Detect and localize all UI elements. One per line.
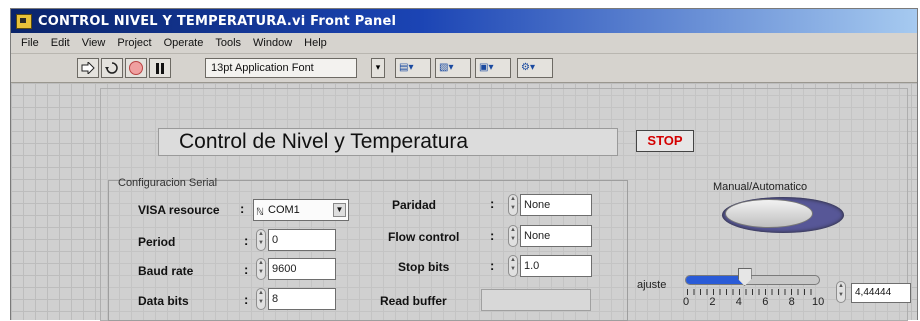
slider-tick-label: 6 — [762, 296, 769, 308]
menu-view[interactable]: View — [82, 37, 106, 49]
distribute-objects-icon[interactable]: ▧▾ — [435, 58, 471, 78]
run-continuously-icon[interactable] — [101, 58, 123, 78]
flow-control-label: Flow control — [388, 230, 460, 244]
reorder-icon[interactable]: ⚙▾ — [517, 58, 553, 78]
font-dropdown-arrow[interactable]: ▾ — [371, 58, 385, 78]
data-bits-spinner[interactable]: ▲ ▼ — [256, 288, 266, 310]
title-bar[interactable]: CONTROL NIVEL Y TEMPERATURA.vi Front Pan… — [11, 9, 917, 33]
period-spinner[interactable]: ▲ ▼ — [256, 229, 266, 251]
visa-resource-field[interactable]: ℕ COM1 ▼ — [253, 199, 349, 221]
serial-config-title: Configuracion Serial — [118, 177, 218, 189]
ajuste-spinner[interactable]: ▲ ▼ — [836, 281, 846, 303]
stop-bits-field[interactable]: 1.0 — [520, 255, 592, 277]
slider-tick-label: 0 — [683, 296, 690, 308]
colon: : — [490, 228, 495, 243]
menu-bar: File Edit View Project Operate Tools Win… — [11, 33, 917, 54]
stop-bits-label: Stop bits — [398, 260, 450, 274]
flow-control-field[interactable]: None — [520, 225, 592, 247]
ajuste-label: ajuste — [637, 279, 667, 291]
colon: : — [490, 196, 495, 211]
labview-vi-icon — [16, 13, 32, 29]
menu-window[interactable]: Window — [253, 37, 292, 49]
colon: : — [244, 262, 249, 277]
ajuste-slider-fill — [686, 276, 745, 284]
flow-control-spinner[interactable]: ▲ ▼ — [508, 225, 518, 247]
run-arrow-icon[interactable] — [77, 58, 99, 78]
baud-rate-spinner[interactable]: ▲ ▼ — [256, 258, 266, 280]
slider-tick-label: 4 — [735, 296, 742, 308]
stop-bits-spinner[interactable]: ▲ ▼ — [508, 255, 518, 277]
font-selector[interactable]: 13pt Application Font — [205, 58, 357, 78]
menu-tools[interactable]: Tools — [215, 37, 241, 49]
baud-rate-label: Baud rate — [138, 264, 194, 278]
colon: : — [240, 201, 245, 216]
read-buffer-indicator — [481, 289, 591, 311]
slider-tick-label: 10 — [812, 296, 825, 308]
data-bits-label: Data bits — [138, 294, 189, 308]
menu-file[interactable]: File — [21, 37, 39, 49]
window-title: CONTROL NIVEL Y TEMPERATURA.vi Front Pan… — [38, 13, 397, 29]
slider-scale-ticks — [687, 289, 817, 295]
colon: : — [244, 233, 249, 248]
pause-icon[interactable] — [149, 58, 171, 78]
read-buffer-label: Read buffer — [380, 294, 447, 308]
menu-operate[interactable]: Operate — [164, 37, 204, 49]
manual-automatic-toggle[interactable] — [725, 199, 813, 228]
menu-edit[interactable]: Edit — [51, 37, 70, 49]
stop-button[interactable]: STOP — [636, 130, 694, 152]
menu-help[interactable]: Help — [304, 37, 327, 49]
menu-project[interactable]: Project — [117, 37, 151, 49]
parity-label: Paridad — [392, 198, 437, 212]
resize-objects-icon[interactable]: ▣▾ — [475, 58, 511, 78]
period-field[interactable]: 0 — [268, 229, 336, 251]
baud-rate-field[interactable]: 9600 — [268, 258, 336, 280]
colon: : — [244, 292, 249, 307]
slider-tick-label: 8 — [788, 296, 795, 308]
colon: : — [490, 258, 495, 273]
period-label: Period — [138, 235, 176, 249]
align-objects-icon[interactable]: ▤▾ — [395, 58, 431, 78]
manual-automatic-label: Manual/Automatico — [713, 181, 808, 193]
toolbar: 13pt Application Font ▾ ▤▾ ▧▾ ▣▾ ⚙▾ — [11, 54, 917, 83]
parity-field[interactable]: None — [520, 194, 592, 216]
abort-icon[interactable] — [125, 58, 147, 78]
visa-icon: ℕ — [256, 207, 265, 218]
parity-spinner[interactable]: ▲ ▼ — [508, 194, 518, 216]
visa-resource-label: VISA resource — [138, 203, 220, 217]
ajuste-numeric-field[interactable]: 4,44444 — [851, 283, 911, 303]
slider-tick-label: 2 — [709, 296, 716, 308]
dropdown-arrow-icon[interactable]: ▼ — [333, 203, 346, 217]
data-bits-field[interactable]: 8 — [268, 288, 336, 310]
panel-title: Control de Nivel y Temperatura — [158, 128, 618, 156]
visa-resource-value: COM1 — [268, 204, 300, 216]
